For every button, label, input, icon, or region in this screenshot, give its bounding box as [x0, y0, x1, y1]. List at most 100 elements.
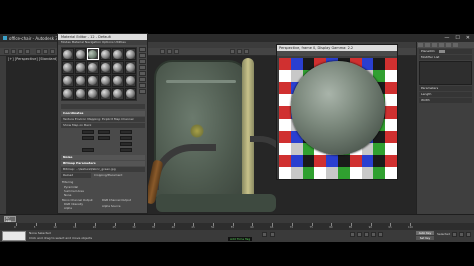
- background-icon[interactable]: [139, 59, 146, 64]
- modifier-stack[interactable]: [419, 61, 472, 85]
- snap-icon[interactable]: [160, 49, 165, 54]
- backlight-icon[interactable]: [139, 53, 146, 58]
- render-window-toolbar[interactable]: [277, 51, 397, 56]
- unlink-icon[interactable]: [25, 49, 30, 54]
- v-offset-field[interactable]: [82, 136, 94, 140]
- render-icon[interactable]: [244, 49, 249, 54]
- modifier-list-dropdown[interactable]: Modifier List: [419, 55, 472, 60]
- pan-icon[interactable]: [459, 232, 464, 237]
- object-color-swatch[interactable]: [438, 49, 445, 53]
- next-frame-icon[interactable]: [371, 232, 376, 237]
- options-icon[interactable]: [139, 83, 146, 88]
- width-field[interactable]: Width: [419, 98, 472, 103]
- rendered-frame-window[interactable]: Perspective, frame 0, Display Gamma: 2.2: [276, 44, 398, 180]
- alpha-radio[interactable]: Alpha: [64, 206, 72, 210]
- zoom-icon[interactable]: [452, 232, 457, 237]
- lock-selection-icon[interactable]: [262, 232, 267, 237]
- material-slot[interactable]: [124, 74, 136, 87]
- material-slot[interactable]: [87, 87, 99, 100]
- material-slot[interactable]: [112, 87, 124, 100]
- time-slider-handle[interactable]: 0 / 100: [4, 216, 16, 223]
- v-tiling-field[interactable]: [98, 136, 110, 140]
- material-editor-icon[interactable]: [230, 49, 235, 54]
- material-slot[interactable]: [74, 87, 86, 100]
- percent-snap-icon[interactable]: [174, 49, 179, 54]
- coordinates-rollout[interactable]: Coordinates: [61, 111, 145, 116]
- track-bar[interactable]: 0 5 10 15 20 25 30 35 40 45 50 55 60 65 70 75 80 85 90 95 10…: [0, 223, 474, 230]
- utilities-tab-icon[interactable]: [453, 43, 458, 47]
- material-slot[interactable]: [99, 61, 111, 74]
- hierarchy-tab-icon[interactable]: [432, 43, 437, 47]
- show-map-row[interactable]: Show Map on Back: [61, 123, 145, 128]
- material-slot[interactable]: [87, 48, 99, 61]
- display-tab-icon[interactable]: [446, 43, 451, 47]
- go-to-end-icon[interactable]: [378, 232, 383, 237]
- orbit-icon[interactable]: [466, 232, 471, 237]
- material-editor-menu[interactable]: Modes Material Navigation Options Utilit…: [58, 40, 147, 45]
- noise-rollout[interactable]: Noise: [61, 155, 145, 160]
- undo-icon[interactable]: [4, 49, 9, 54]
- go-to-start-icon[interactable]: [350, 232, 355, 237]
- uv-tiling-icon[interactable]: [139, 65, 146, 70]
- bitmap-path-field[interactable]: Bitmap: ...\texture\fabric_green.jpg: [61, 167, 145, 172]
- select-icon[interactable]: [36, 49, 41, 54]
- material-editor-window[interactable]: Material Editor - 12 - Default Modes Mat…: [57, 33, 148, 214]
- u-offset-field[interactable]: [82, 130, 94, 134]
- rotate-icon[interactable]: [50, 49, 55, 54]
- length-field[interactable]: Length: [419, 92, 472, 97]
- v-angle-field[interactable]: [120, 136, 132, 140]
- material-slot[interactable]: [112, 48, 124, 61]
- material-slot[interactable]: [112, 61, 124, 74]
- material-slot[interactable]: [74, 74, 86, 87]
- material-slot[interactable]: [99, 48, 111, 61]
- u-angle-field[interactable]: [120, 130, 132, 134]
- make-preview-icon[interactable]: [139, 77, 146, 82]
- material-slot[interactable]: [62, 61, 74, 74]
- material-slot[interactable]: [99, 74, 111, 87]
- link-icon[interactable]: [18, 49, 23, 54]
- material-slot[interactable]: [74, 61, 86, 74]
- material-slot[interactable]: [62, 87, 74, 100]
- material-slot[interactable]: [62, 74, 74, 87]
- redo-icon[interactable]: [11, 49, 16, 54]
- w-angle-field[interactable]: [120, 142, 132, 146]
- material-slot[interactable]: [124, 48, 136, 61]
- modify-tab-icon[interactable]: [425, 43, 430, 47]
- minimize-button[interactable]: —: [444, 35, 449, 41]
- material-slot[interactable]: [124, 87, 136, 100]
- material-slot[interactable]: [62, 48, 74, 61]
- angle-snap-icon[interactable]: [167, 49, 172, 54]
- select-by-material-icon[interactable]: [139, 89, 146, 94]
- prev-frame-icon[interactable]: [357, 232, 362, 237]
- reload-button[interactable]: Reload: [61, 173, 91, 178]
- absolute-mode-icon[interactable]: [270, 232, 275, 237]
- video-color-icon[interactable]: [139, 71, 146, 76]
- blur-offset-field[interactable]: [120, 148, 132, 152]
- move-icon[interactable]: [43, 49, 48, 54]
- material-slot[interactable]: [74, 48, 86, 61]
- material-slot[interactable]: [99, 87, 111, 100]
- motion-tab-icon[interactable]: [439, 43, 444, 47]
- material-slot[interactable]: [124, 61, 136, 74]
- close-button[interactable]: ✕: [466, 35, 470, 41]
- object-name-field[interactable]: Plane001: [419, 49, 472, 54]
- blur-field[interactable]: [82, 148, 94, 152]
- add-time-tag[interactable]: Add Time Tag: [228, 237, 253, 241]
- maximize-button[interactable]: ☐: [455, 35, 459, 41]
- play-icon[interactable]: [364, 232, 369, 237]
- sample-type-icon[interactable]: [139, 47, 146, 52]
- set-key-button[interactable]: Set Key: [416, 236, 434, 240]
- material-slot[interactable]: [87, 74, 99, 87]
- u-tiling-field[interactable]: [98, 130, 110, 134]
- create-tab-icon[interactable]: [418, 43, 423, 47]
- material-slot[interactable]: [87, 61, 99, 74]
- render-setup-icon[interactable]: [237, 49, 242, 54]
- material-slot[interactable]: [112, 74, 124, 87]
- bitmap-params-rollout[interactable]: Bitmap Parameters: [61, 161, 145, 166]
- selected-dropdown[interactable]: Selected: [437, 232, 450, 236]
- parameters-rollout[interactable]: Parameters: [419, 86, 472, 91]
- none-radio[interactable]: None: [64, 193, 71, 197]
- auto-key-button[interactable]: Auto Key: [416, 231, 434, 235]
- maxscript-listener[interactable]: [2, 231, 26, 241]
- mapping-row[interactable]: Texture Environ Mapping: Explicit Map Ch…: [61, 117, 145, 122]
